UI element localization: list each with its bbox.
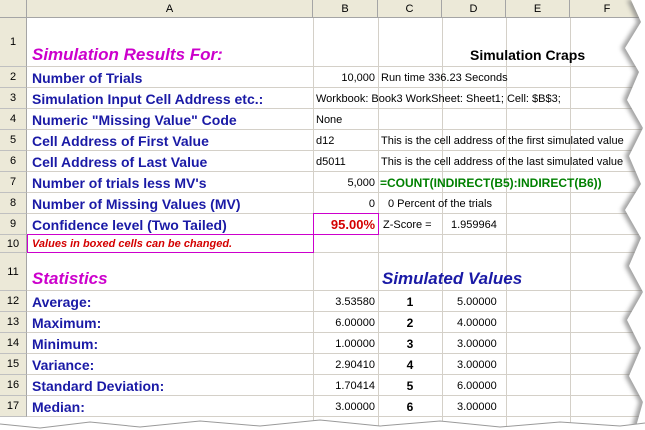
cell-c12-index[interactable]: 1 [378, 291, 442, 312]
cell-a6[interactable]: Cell Address of Last Value [32, 151, 207, 172]
cell-b5[interactable]: d12 [316, 130, 334, 151]
cell-c1-heading[interactable]: Simulation Craps [470, 44, 585, 66]
row-header-9[interactable]: 9 [0, 214, 27, 235]
cell-c14-index[interactable]: 3 [378, 333, 442, 354]
cell-d9[interactable]: 1.959964 [451, 214, 497, 235]
cell-d16-value[interactable]: 6.00000 [457, 375, 497, 396]
cell-a2[interactable]: Number of Trials [32, 67, 142, 88]
row-header-8[interactable]: 8 [0, 193, 27, 214]
cell-a10-note[interactable]: Values in boxed cells can be changed. [27, 234, 314, 253]
cell-b3[interactable]: Workbook: Book3 WorkSheet: Sheet1; Cell:… [316, 88, 561, 109]
select-all-corner[interactable] [0, 0, 27, 18]
row-header-14[interactable]: 14 [0, 333, 27, 354]
cell-b13[interactable]: 6.00000 [313, 312, 378, 333]
cell-b9-confidence[interactable]: 95.00% [313, 213, 379, 235]
cell-c2[interactable]: Run time 336.23 Seconds [381, 67, 508, 88]
cell-a14[interactable]: Minimum: [32, 333, 98, 354]
cell-d15-value[interactable]: 3.00000 [457, 354, 497, 375]
cell-b12[interactable]: 3.53580 [313, 291, 378, 312]
cell-d14-value[interactable]: 3.00000 [457, 333, 497, 354]
cell-c9[interactable]: Z-Score = [383, 214, 432, 235]
column-header-b[interactable]: B [313, 0, 378, 18]
cell-a4[interactable]: Numeric "Missing Value" Code [32, 109, 237, 130]
row-header-15[interactable]: 15 [0, 354, 27, 375]
cell-b2[interactable]: 10,000 [313, 67, 378, 88]
row-header-2[interactable]: 2 [0, 67, 27, 88]
cell-a13[interactable]: Maximum: [32, 312, 101, 333]
gridline [570, 18, 571, 430]
row-header-12[interactable]: 12 [0, 291, 27, 312]
cell-a5[interactable]: Cell Address of First Value [32, 130, 209, 151]
row-header-3[interactable]: 3 [0, 88, 27, 109]
cell-b4[interactable]: None [316, 109, 342, 130]
torn-edge-decoration [621, 0, 645, 430]
cell-a3[interactable]: Simulation Input Cell Address etc.: [32, 88, 263, 109]
row-header-7[interactable]: 7 [0, 172, 27, 193]
cell-b16[interactable]: 1.70414 [313, 375, 378, 396]
row-header-5[interactable]: 5 [0, 130, 27, 151]
cell-b6[interactable]: d5011 [316, 151, 346, 172]
row-header-4[interactable]: 4 [0, 109, 27, 130]
cell-a11-statistics[interactable]: Statistics [32, 268, 108, 290]
cell-c7-formula[interactable]: =COUNT(INDIRECT(B5):INDIRECT(B6)) [380, 172, 602, 193]
cell-c8[interactable]: 0 Percent of the trials [388, 193, 492, 214]
row-header-16[interactable]: 16 [0, 375, 27, 396]
cell-b7[interactable]: 5,000 [313, 172, 378, 193]
cell-c11-simulated-values[interactable]: Simulated Values [382, 268, 522, 290]
row-header-1[interactable]: 1 [0, 18, 27, 67]
row-header-13[interactable]: 13 [0, 312, 27, 333]
cell-b14[interactable]: 1.00000 [313, 333, 378, 354]
cell-c15-index[interactable]: 4 [378, 354, 442, 375]
row-header-10[interactable]: 10 [0, 235, 27, 253]
cell-a15[interactable]: Variance: [32, 354, 94, 375]
cell-d13-value[interactable]: 4.00000 [457, 312, 497, 333]
row-header-11[interactable]: 11 [0, 253, 27, 291]
cell-a7[interactable]: Number of trials less MV's [32, 172, 207, 193]
column-header-c[interactable]: C [378, 0, 442, 18]
spreadsheet: A B C D E F 1 2 3 4 5 6 7 8 9 10 11 12 1… [0, 0, 645, 430]
column-header-a[interactable]: A [27, 0, 313, 18]
cell-a8[interactable]: Number of Missing Values (MV) [32, 193, 240, 214]
cell-b8[interactable]: 0 [313, 193, 378, 214]
cell-b15[interactable]: 2.90410 [313, 354, 378, 375]
cell-c16-index[interactable]: 5 [378, 375, 442, 396]
column-header-d[interactable]: D [442, 0, 506, 18]
cell-a9[interactable]: Confidence level (Two Tailed) [32, 214, 227, 235]
cell-d12-value[interactable]: 5.00000 [457, 291, 497, 312]
column-header-e[interactable]: E [506, 0, 570, 18]
cell-c13-index[interactable]: 2 [378, 312, 442, 333]
torn-bottom-decoration [0, 419, 645, 430]
row-header-6[interactable]: 6 [0, 151, 27, 172]
cell-a12[interactable]: Average: [32, 291, 91, 312]
cell-a16[interactable]: Standard Deviation: [32, 375, 164, 396]
cell-a1-title[interactable]: Simulation Results For: [32, 44, 223, 66]
